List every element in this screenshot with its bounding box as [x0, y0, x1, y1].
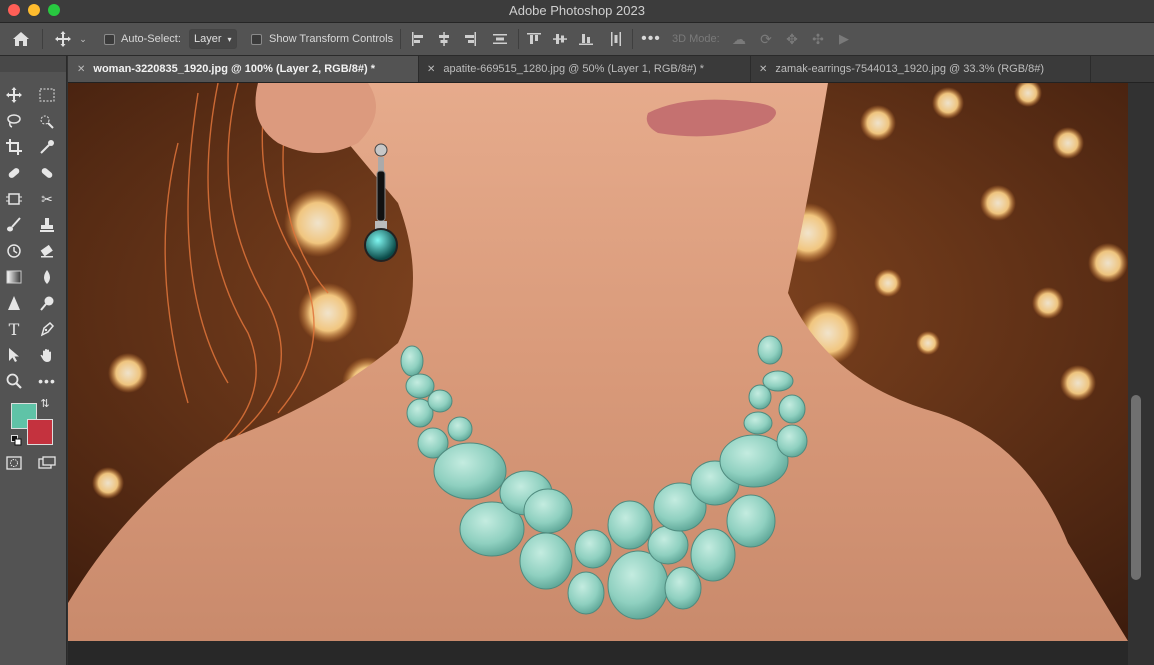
marquee-tool-icon[interactable]	[35, 84, 59, 106]
align-bottom-icon[interactable]	[576, 29, 596, 49]
app-title: Adobe Photoshop 2023	[509, 3, 645, 18]
clone-stamp-tool-icon[interactable]	[35, 214, 59, 236]
crop-tool-icon[interactable]	[2, 136, 26, 158]
tab-label: apatite-669515_1280.jpg @ 50% (Layer 1, …	[443, 63, 705, 75]
background-color-swatch[interactable]	[27, 419, 53, 445]
eraser-tool-icon[interactable]	[35, 240, 59, 262]
scrollbar-thumb[interactable]	[1131, 395, 1141, 580]
distribute-vertical-icon[interactable]	[490, 29, 510, 49]
path-selection-tool-icon[interactable]	[2, 344, 26, 366]
show-transform-label: Show Transform Controls	[269, 33, 394, 45]
patch-tool-icon[interactable]	[35, 162, 59, 184]
document-tab-bar: ✕ woman-3220835_1920.jpg @ 100% (Layer 2…	[68, 56, 1154, 83]
tab-label: woman-3220835_1920.jpg @ 100% (Layer 2, …	[93, 63, 375, 75]
chevron-down-icon[interactable]: ⌄	[76, 29, 90, 49]
chevron-down-icon: ▾	[227, 34, 232, 44]
scissors-icon[interactable]: ✂	[35, 188, 59, 210]
close-tab-icon[interactable]: ✕	[427, 64, 435, 75]
gradient-tool-icon[interactable]	[2, 266, 26, 288]
more-options-icon[interactable]: •••	[640, 29, 662, 49]
blur-tool-icon[interactable]	[35, 266, 59, 288]
auto-select-label: Auto-Select:	[121, 33, 181, 45]
video-camera-icon: ▶	[839, 31, 849, 46]
auto-select-value: Layer	[194, 33, 222, 45]
dodge-tool-icon[interactable]	[35, 292, 59, 314]
align-left-icon[interactable]	[408, 29, 428, 49]
home-icon[interactable]	[8, 27, 34, 51]
tab-apatite-document[interactable]: ✕ apatite-669515_1280.jpg @ 50% (Layer 1…	[418, 56, 751, 82]
tools-panel: ✂ T ••• ⇅	[0, 56, 67, 665]
distribute-horizontal-icon[interactable]	[606, 29, 626, 49]
screen-mode-icon[interactable]	[35, 452, 59, 474]
zoom-tool-icon[interactable]	[2, 370, 26, 392]
type-tool-icon[interactable]: T	[2, 318, 26, 340]
title-bar: Adobe Photoshop 2023	[0, 0, 1154, 23]
lasso-tool-icon[interactable]	[2, 110, 26, 132]
eyedropper-tool-icon[interactable]	[35, 136, 59, 158]
history-brush-tool-icon[interactable]	[2, 240, 26, 262]
pan-3d-icon: ✥	[786, 30, 798, 47]
auto-select-checkbox[interactable]	[104, 31, 115, 47]
tab-earrings-document[interactable]: ✕ zamak-earrings-7544013_1920.jpg @ 33.3…	[750, 56, 1091, 82]
frame-tool-icon[interactable]	[2, 188, 26, 210]
hand-tool-icon[interactable]	[35, 344, 59, 366]
panel-grip[interactable]	[0, 56, 66, 72]
quick-mask-icon[interactable]	[2, 452, 26, 474]
quick-selection-tool-icon[interactable]	[35, 110, 59, 132]
composite-image	[68, 83, 1128, 641]
auto-select-dropdown[interactable]: Layer ▾	[189, 29, 237, 49]
orbit-3d-icon: ☁	[732, 30, 746, 47]
brush-tool-icon[interactable]	[2, 214, 26, 236]
align-vertical-center-icon[interactable]	[550, 29, 570, 49]
move-tool-icon[interactable]	[2, 84, 26, 106]
close-tab-icon[interactable]: ✕	[759, 64, 767, 75]
tab-label: zamak-earrings-7544013_1920.jpg @ 33.3% …	[775, 63, 1044, 75]
pen-tool-icon[interactable]	[35, 318, 59, 340]
default-colors-icon[interactable]	[11, 433, 22, 446]
document-canvas[interactable]	[68, 83, 1128, 641]
swap-colors-icon[interactable]: ⇅	[38, 396, 52, 410]
show-transform-checkbox[interactable]	[251, 31, 262, 47]
3d-mode-label: 3D Mode:	[672, 33, 720, 45]
align-horizontal-center-icon[interactable]	[434, 29, 454, 49]
slide-3d-icon: ✣	[812, 30, 824, 47]
close-tab-icon[interactable]: ✕	[77, 64, 85, 75]
edit-toolbar-icon[interactable]: •••	[35, 370, 59, 392]
align-right-icon[interactable]	[460, 29, 480, 49]
roll-3d-icon: ⟳	[760, 30, 772, 47]
status-bar	[68, 641, 1128, 665]
options-bar: ⌄ Auto-Select: Layer ▾ Show Transform Con…	[0, 23, 1154, 56]
sharpen-tool-icon[interactable]	[2, 292, 26, 314]
tab-woman-document[interactable]: ✕ woman-3220835_1920.jpg @ 100% (Layer 2…	[68, 56, 419, 82]
move-tool-icon[interactable]	[52, 27, 74, 51]
healing-brush-tool-icon[interactable]	[2, 162, 26, 184]
align-top-icon[interactable]	[524, 29, 544, 49]
